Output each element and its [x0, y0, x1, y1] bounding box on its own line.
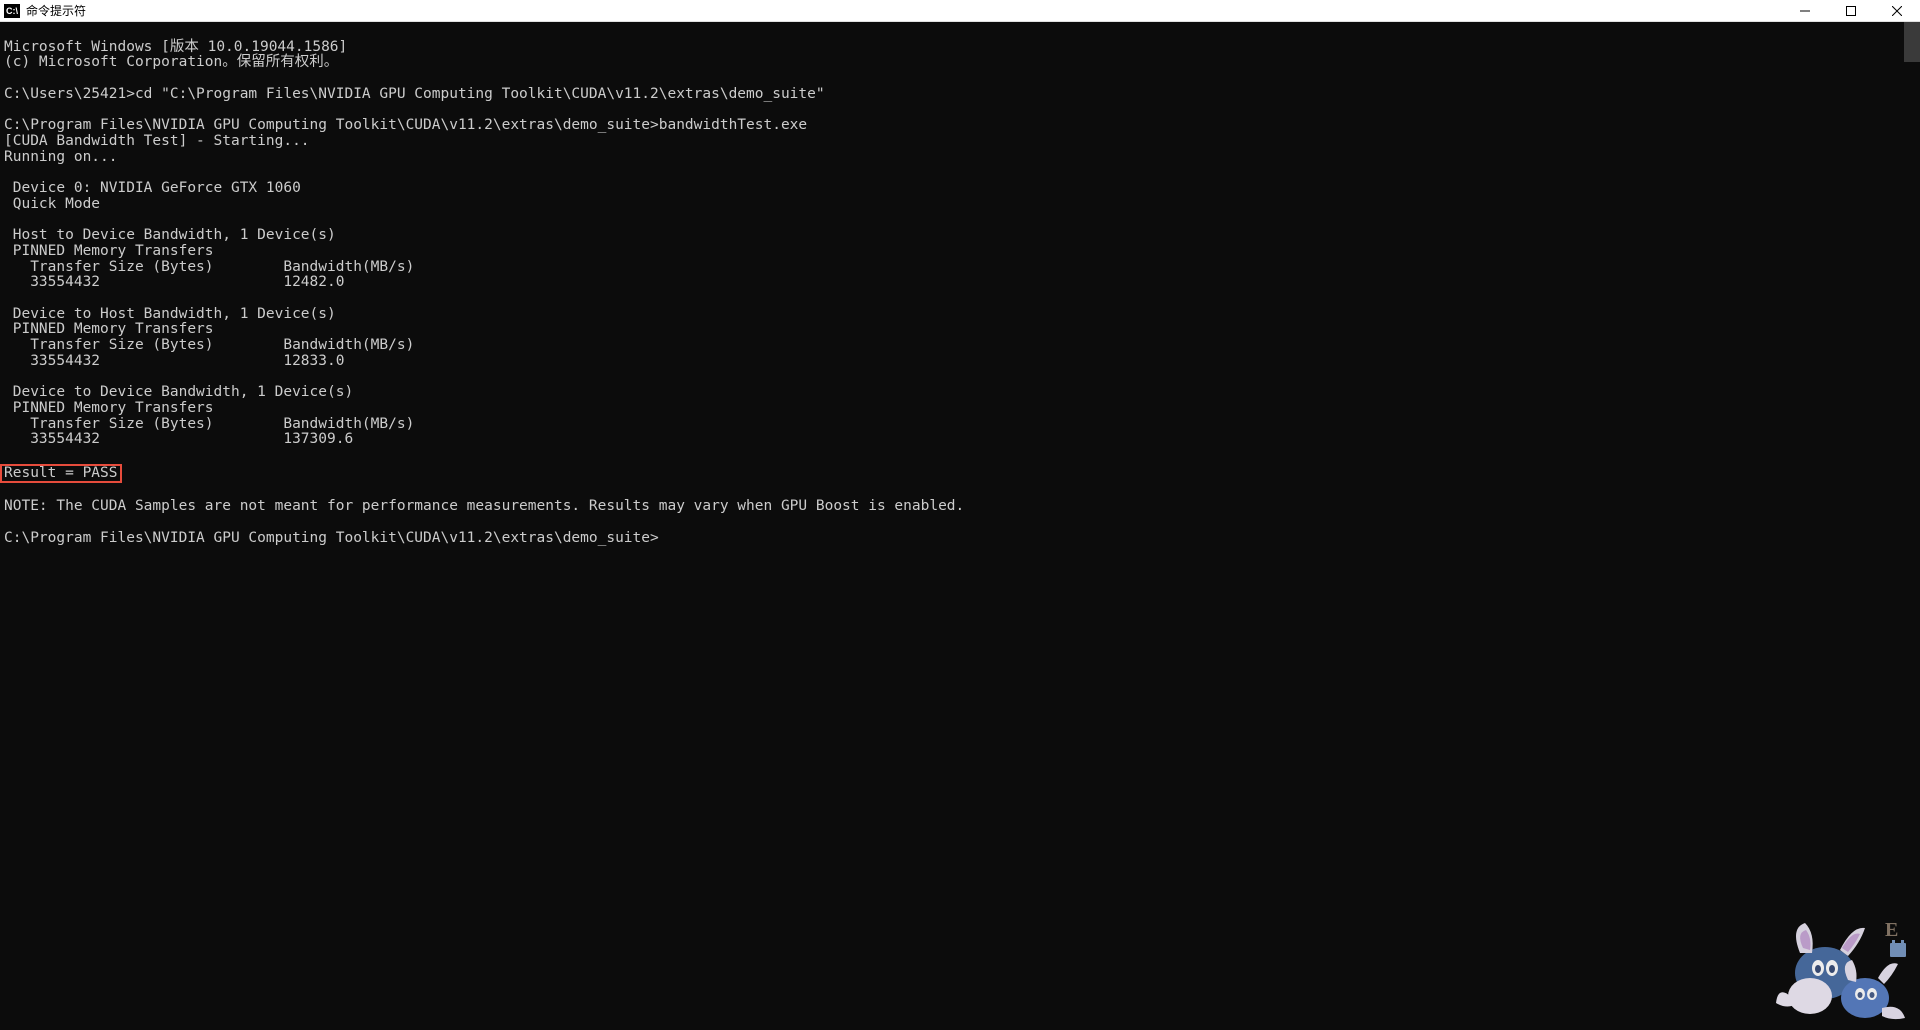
svg-text:E: E	[1885, 919, 1898, 941]
terminal-line: Quick Mode	[4, 196, 100, 212]
terminal-line: Device to Device Bandwidth, 1 Device(s)	[4, 384, 353, 400]
close-icon	[1892, 6, 1902, 16]
terminal-line: PINNED Memory Transfers	[4, 321, 214, 337]
minimize-icon	[1800, 6, 1810, 16]
terminal-line: Transfer Size (Bytes) Bandwidth(MB/s)	[4, 337, 414, 353]
cmd-icon: C:\	[4, 4, 20, 18]
scrollbar[interactable]	[1904, 22, 1920, 62]
terminal-line: Transfer Size (Bytes) Bandwidth(MB/s)	[4, 259, 414, 275]
terminal-line: 33554432 12482.0	[4, 274, 344, 290]
close-button[interactable]	[1874, 0, 1920, 22]
minimize-button[interactable]	[1782, 0, 1828, 22]
mascot-overlay-icon: E	[1770, 898, 1910, 1028]
terminal-line: Transfer Size (Bytes) Bandwidth(MB/s)	[4, 416, 414, 432]
terminal-line: Host to Device Bandwidth, 1 Device(s)	[4, 227, 336, 243]
terminal-line: C:\Users\25421>cd "C:\Program Files\NVID…	[4, 86, 825, 102]
terminal-line: [CUDA Bandwidth Test] - Starting...	[4, 133, 310, 149]
terminal-line: Device to Host Bandwidth, 1 Device(s)	[4, 306, 336, 322]
window-controls	[1782, 0, 1920, 22]
terminal-output[interactable]: Microsoft Windows [版本 10.0.19044.1586] (…	[0, 22, 1920, 1030]
maximize-icon	[1846, 6, 1856, 16]
titlebar: C:\ 命令提示符	[0, 0, 1920, 22]
terminal-line: NOTE: The CUDA Samples are not meant for…	[4, 498, 964, 514]
terminal-line: Microsoft Windows [版本 10.0.19044.1586]	[4, 39, 347, 55]
terminal-line: 33554432 137309.6	[4, 431, 353, 447]
result-highlight: Result = PASS	[0, 464, 122, 484]
maximize-button[interactable]	[1828, 0, 1874, 22]
terminal-line: (c) Microsoft Corporation。保留所有权利。	[4, 54, 338, 70]
terminal-line: C:\Program Files\NVIDIA GPU Computing To…	[4, 117, 807, 133]
window-title: 命令提示符	[26, 2, 86, 19]
terminal-line: PINNED Memory Transfers	[4, 243, 214, 259]
terminal-line: 33554432 12833.0	[4, 353, 344, 369]
terminal-line: PINNED Memory Transfers	[4, 400, 214, 416]
terminal-line: Running on...	[4, 149, 118, 165]
terminal-line: Device 0: NVIDIA GeForce GTX 1060	[4, 180, 301, 196]
terminal-prompt: C:\Program Files\NVIDIA GPU Computing To…	[4, 530, 659, 546]
